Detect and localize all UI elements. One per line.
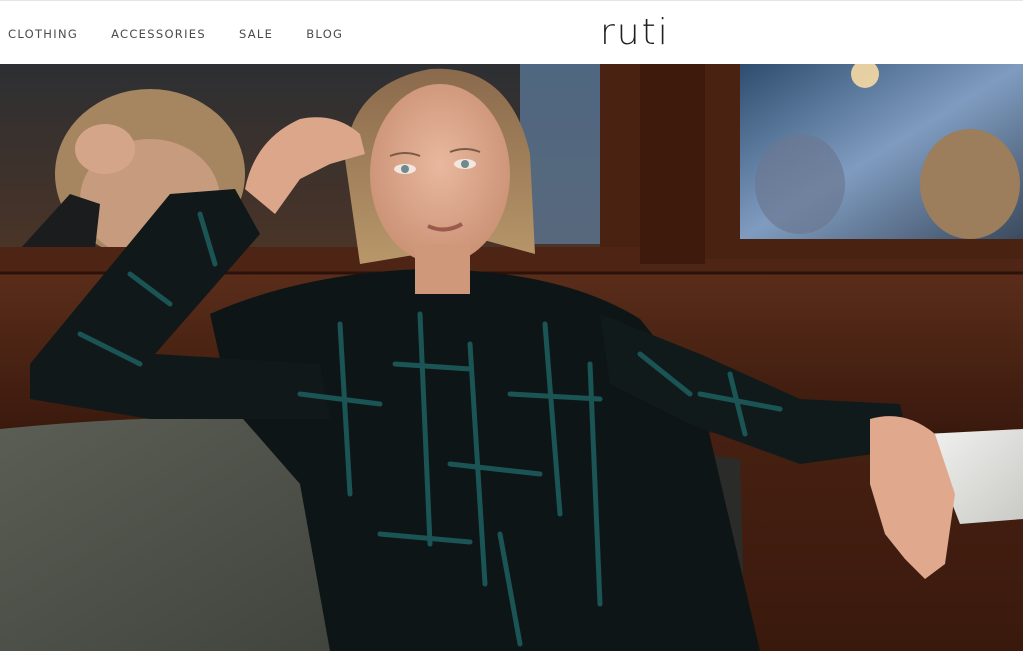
nav-blog-link[interactable]: BLOG (306, 27, 343, 41)
hero-image (0, 64, 1023, 651)
site-header: CLOTHING ACCESSORIES SALE BLOG ruti (0, 0, 1023, 64)
hero-banner[interactable] (0, 64, 1023, 651)
main-nav: CLOTHING ACCESSORIES SALE BLOG (8, 27, 376, 41)
nav-accessories-link[interactable]: ACCESSORIES (111, 27, 206, 41)
nav-sale-link[interactable]: SALE (239, 27, 273, 41)
nav-clothing-link[interactable]: CLOTHING (8, 27, 78, 41)
site-logo[interactable]: ruti (600, 9, 680, 57)
